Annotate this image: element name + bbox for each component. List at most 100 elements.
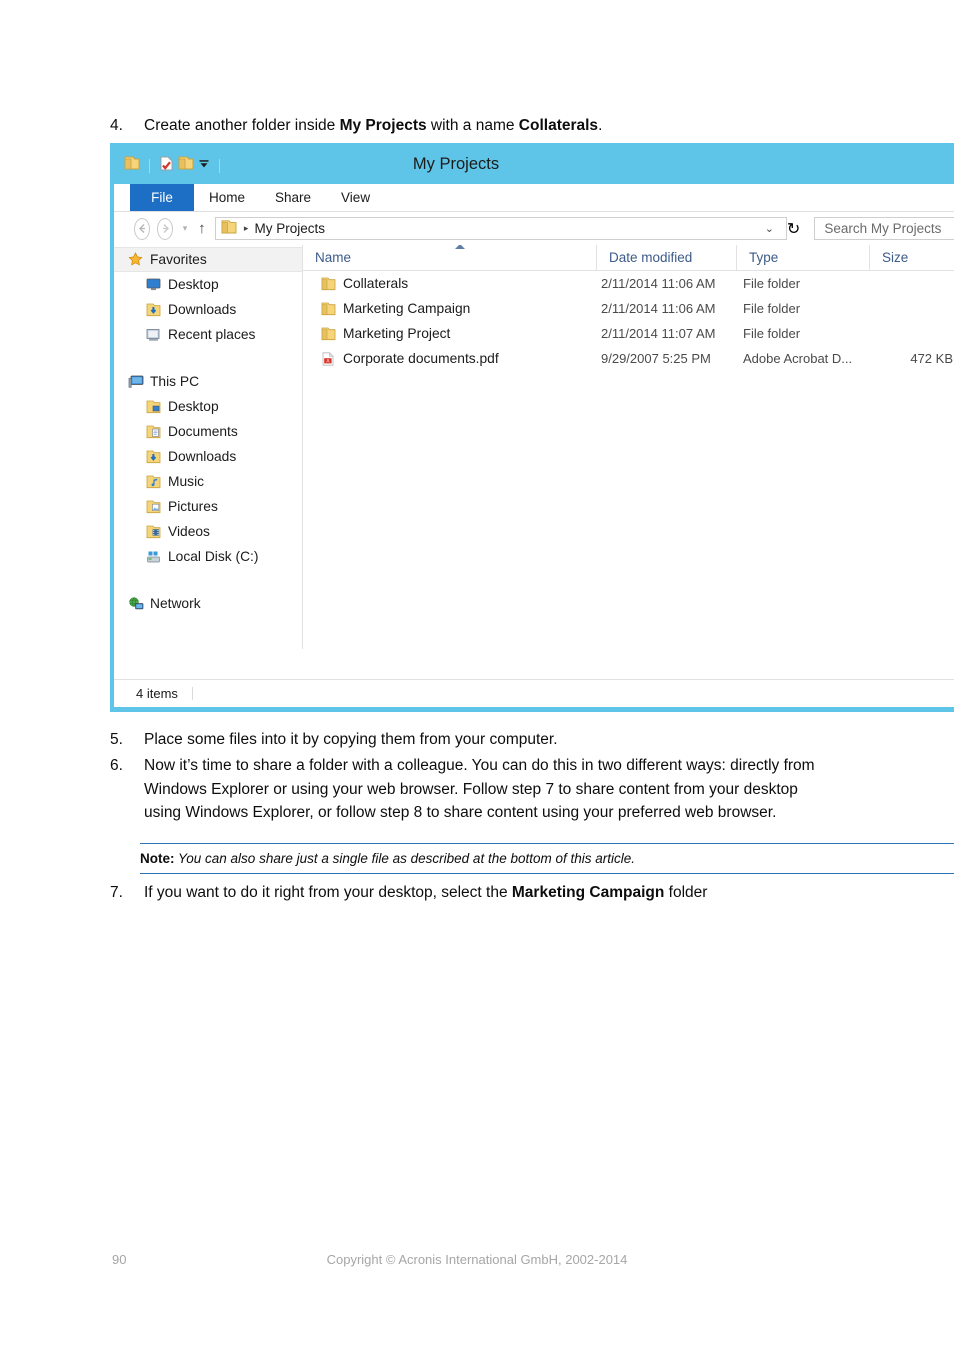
file-size-cell: 472 KB bbox=[910, 351, 953, 366]
tab-view[interactable]: View bbox=[326, 184, 385, 211]
step-text: Place some files into it by copying them… bbox=[144, 728, 850, 752]
note-text: Note: You can also share just a single f… bbox=[140, 844, 954, 873]
recent-places-icon bbox=[146, 328, 168, 342]
pdf-icon: A bbox=[321, 351, 343, 366]
up-arrow-icon[interactable]: ↑ bbox=[195, 220, 209, 237]
file-type-cell: File folder bbox=[743, 276, 801, 291]
file-name-text: Corporate documents.pdf bbox=[343, 351, 499, 366]
sidebar-item-local-disk-c[interactable]: Local Disk (C:) bbox=[114, 544, 302, 569]
chevron-down-icon[interactable] bbox=[198, 157, 210, 175]
table-row[interactable]: Marketing Project 2/11/2014 11:07 AM Fil… bbox=[303, 321, 954, 346]
item-count-label: 4 items bbox=[136, 686, 178, 701]
plain-text: folder bbox=[664, 884, 708, 901]
sidebar-item-documents[interactable]: Documents bbox=[114, 419, 302, 444]
address-toolbar: ▾ ↑ ▸ My Projects ⌄ ↻ Search My Projects bbox=[114, 212, 954, 245]
properties-icon[interactable] bbox=[159, 156, 174, 176]
sidebar-item-this-pc[interactable]: This PC bbox=[114, 369, 302, 394]
column-header-date-modified[interactable]: Date modified bbox=[596, 245, 736, 270]
tab-share[interactable]: Share bbox=[260, 184, 326, 211]
window-title: My Projects bbox=[412, 155, 500, 173]
pictures-icon bbox=[146, 500, 168, 514]
table-row[interactable]: Collaterals 2/11/2014 11:06 AM File fold… bbox=[303, 271, 954, 296]
windows-explorer-window: My Projects File Home Share View ▾ ↑ ▸ M… bbox=[110, 143, 954, 712]
sidebar-item-label: This PC bbox=[150, 374, 200, 389]
sidebar-item-label: Favorites bbox=[150, 252, 207, 267]
address-bar[interactable]: ▸ My Projects ⌄ bbox=[214, 217, 787, 240]
tab-home[interactable]: Home bbox=[194, 184, 260, 211]
column-header-type[interactable]: Type bbox=[736, 245, 869, 270]
column-header-size[interactable]: Size bbox=[869, 245, 954, 270]
column-header-row: Name Date modified Type Size bbox=[303, 245, 954, 271]
sidebar-item-label: Local Disk (C:) bbox=[168, 549, 259, 564]
file-list-pane: Name Date modified Type Size Collaterals… bbox=[303, 245, 954, 649]
sidebar-item-network[interactable]: Network bbox=[114, 591, 302, 616]
address-dropdown-chevron-down-icon[interactable]: ⌄ bbox=[757, 222, 782, 235]
drive-icon bbox=[146, 550, 168, 564]
sidebar-item-label: Network bbox=[150, 596, 201, 611]
back-button[interactable] bbox=[134, 217, 151, 240]
sidebar-item-pictures[interactable]: Pictures bbox=[114, 494, 302, 519]
sidebar-item-downloads-pc[interactable]: Downloads bbox=[114, 444, 302, 469]
search-placeholder-text: Search My Projects bbox=[824, 221, 942, 236]
quick-access-toolbar bbox=[114, 147, 225, 184]
footer-copyright: Copyright © Acronis International GmbH, … bbox=[326, 1252, 628, 1267]
forward-button[interactable] bbox=[157, 217, 174, 240]
toolbar-separator-2 bbox=[219, 158, 220, 173]
plain-text: If you want to do it right from your des… bbox=[144, 884, 512, 901]
table-row[interactable]: A Corporate documents.pdf 9/29/2007 5:25… bbox=[303, 346, 954, 371]
file-name-text: Marketing Project bbox=[343, 326, 451, 341]
file-date-cell: 2/11/2014 11:06 AM bbox=[601, 276, 716, 291]
sidebar-item-downloads-fav[interactable]: Downloads bbox=[114, 297, 302, 322]
step-item-6: 6. Now it’s time to share a folder with … bbox=[110, 754, 826, 825]
sidebar-item-music[interactable]: Music bbox=[114, 469, 302, 494]
plain-text: Now it’s time to share a folder with a c… bbox=[144, 757, 815, 821]
file-name-cell[interactable]: Marketing Project bbox=[303, 326, 596, 341]
table-row[interactable]: Marketing Campaign 2/11/2014 11:06 AM Fi… bbox=[303, 296, 954, 321]
desktop-folder-icon bbox=[146, 400, 168, 414]
monitor-icon bbox=[146, 278, 168, 291]
emphasis-text: Collaterals bbox=[518, 117, 599, 134]
file-name-text: Marketing Campaign bbox=[343, 301, 471, 316]
explorer-main-area: Favorites Desktop Downloads Recent place… bbox=[114, 245, 954, 649]
sidebar-item-favorites[interactable]: Favorites bbox=[114, 247, 302, 272]
documents-icon bbox=[146, 425, 168, 439]
plain-text: Create another folder inside bbox=[144, 117, 340, 134]
sidebar-item-label: Desktop bbox=[168, 399, 219, 414]
downloads-icon bbox=[146, 450, 168, 464]
tab-file[interactable]: File bbox=[130, 184, 194, 211]
file-type-cell: File folder bbox=[743, 326, 801, 341]
refresh-icon[interactable]: ↻ bbox=[787, 219, 800, 239]
videos-icon bbox=[146, 525, 168, 539]
sidebar-item-recent-places[interactable]: Recent places bbox=[114, 322, 302, 347]
plain-text: Place some files into it by copying them… bbox=[144, 731, 558, 748]
step-item-4: 4. Create another folder inside My Proje… bbox=[110, 114, 850, 138]
sidebar-group-gap-2 bbox=[114, 569, 302, 591]
sidebar-item-videos[interactable]: Videos bbox=[114, 519, 302, 544]
column-header-name[interactable]: Name bbox=[303, 245, 596, 270]
sidebar-item-label: Recent places bbox=[168, 327, 256, 342]
status-separator bbox=[191, 687, 193, 700]
this-pc-icon bbox=[128, 375, 150, 389]
new-folder-icon[interactable] bbox=[178, 156, 194, 176]
sidebar-item-desktop-pc[interactable]: Desktop bbox=[114, 394, 302, 419]
folder-icon bbox=[321, 302, 343, 316]
folder-icon bbox=[321, 327, 343, 341]
status-bar: 4 items bbox=[114, 679, 954, 707]
breadcrumb-current[interactable]: My Projects bbox=[254, 221, 325, 236]
folder-icon[interactable] bbox=[124, 156, 140, 176]
file-name-cell[interactable]: Collaterals bbox=[303, 276, 596, 291]
step-number: 4. bbox=[110, 117, 123, 134]
search-input[interactable]: Search My Projects bbox=[814, 217, 954, 240]
file-name-cell[interactable]: Marketing Campaign bbox=[303, 301, 596, 316]
note-rule-bottom bbox=[140, 873, 954, 874]
explorer-client-area: My Projects File Home Share View ▾ ↑ ▸ M… bbox=[114, 147, 954, 707]
sidebar-item-label: Downloads bbox=[168, 302, 237, 317]
emphasis-text: Marketing Campaign bbox=[511, 884, 665, 901]
step-text: Create another folder inside My Projects… bbox=[144, 114, 850, 138]
recent-locations-chevron-down-icon[interactable]: ▾ bbox=[180, 223, 190, 234]
file-date-cell: 9/29/2007 5:25 PM bbox=[601, 351, 711, 366]
sidebar-item-desktop-fav[interactable]: Desktop bbox=[114, 272, 302, 297]
file-name-cell[interactable]: A Corporate documents.pdf bbox=[303, 351, 596, 366]
step-number: 6. bbox=[110, 757, 123, 774]
step-item-7: 7. If you want to do it right from your … bbox=[110, 881, 850, 905]
